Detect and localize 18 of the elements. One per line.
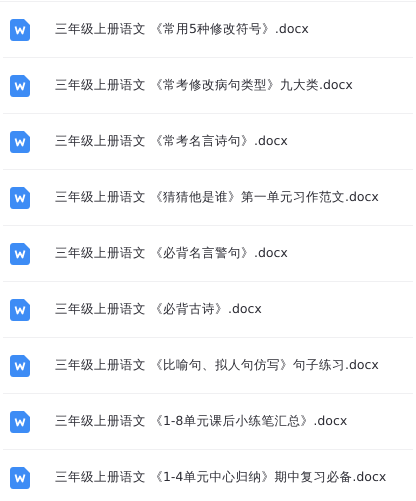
file-name[interactable]: 三年级上册语文 《1-4单元中心归纳》期中复习必备.docx	[55, 469, 386, 486]
file-name[interactable]: 三年级上册语文 《必背名言警句》.docx	[55, 245, 288, 262]
word-document-icon	[10, 18, 30, 40]
word-document-icon	[10, 298, 30, 320]
file-name[interactable]: 三年级上册语文 《猜猜他是谁》第一单元习作范文.docx	[55, 189, 379, 206]
word-document-icon	[10, 410, 30, 432]
file-name[interactable]: 三年级上册语文 《必背古诗》.docx	[55, 301, 262, 318]
word-document-icon	[10, 466, 30, 488]
file-name[interactable]: 三年级上册语文 《比喻句、拟人句仿写》句子练习.docx	[55, 357, 379, 374]
word-document-icon	[10, 354, 30, 376]
file-name[interactable]: 三年级上册语文 《1-8单元课后小练笔汇总》.docx	[55, 413, 348, 430]
word-document-icon	[10, 242, 30, 264]
word-document-icon	[10, 74, 30, 96]
word-document-icon	[10, 130, 30, 152]
file-name[interactable]: 三年级上册语文 《常考修改病句类型》九大类.docx	[55, 77, 353, 94]
word-document-icon	[10, 186, 30, 208]
file-name[interactable]: 三年级上册语文 《常用5种修改符号》.docx	[55, 21, 309, 38]
file-name[interactable]: 三年级上册语文 《常考名言诗句》.docx	[55, 133, 288, 150]
